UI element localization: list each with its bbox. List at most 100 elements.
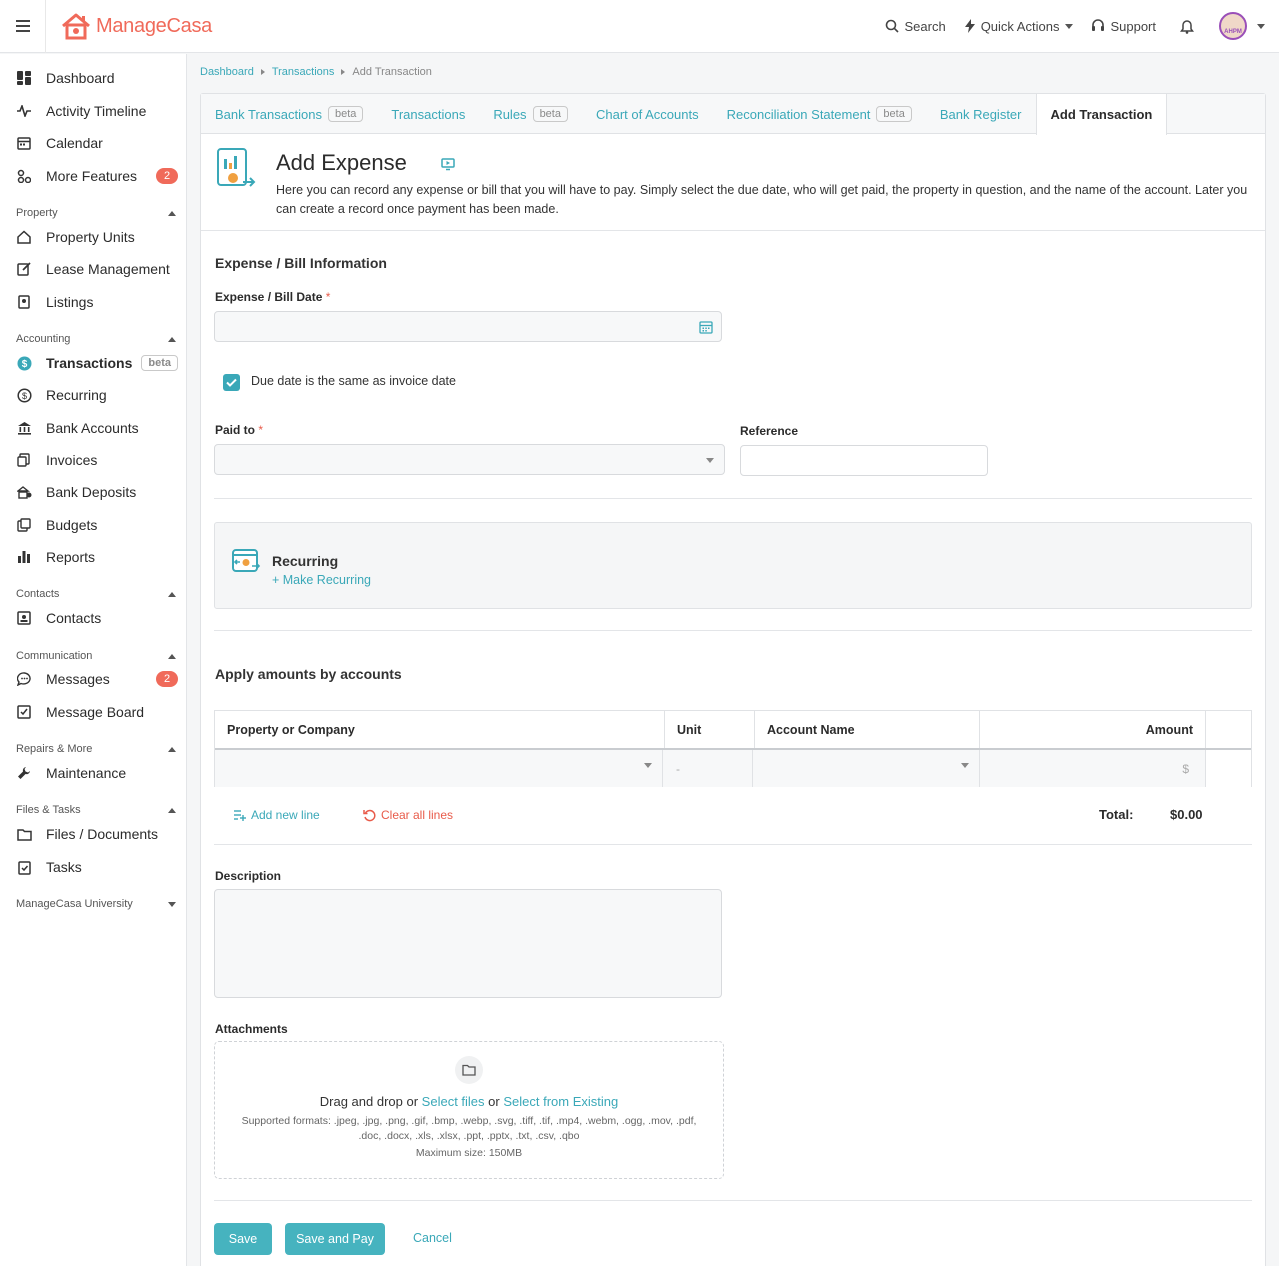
- sidebar-section-accounting[interactable]: Accounting: [16, 333, 176, 345]
- sidebar-section-contacts[interactable]: Contacts: [16, 588, 176, 600]
- sidebar-item-label: Budgets: [46, 517, 98, 533]
- required-mark: *: [325, 290, 331, 304]
- listing-icon: [16, 294, 32, 310]
- search-label: Search: [904, 18, 946, 34]
- sidebar-section-property[interactable]: Property: [16, 207, 176, 219]
- sidebar-item-bank-deposits[interactable]: Bank Deposits: [16, 481, 178, 503]
- tab-add-transaction[interactable]: Add Transaction: [1035, 94, 1168, 135]
- recurring-payment-icon: [232, 549, 261, 572]
- sidebar-section-communication[interactable]: Communication: [16, 650, 176, 662]
- accounts-table: Property or Company Unit Account Name Am…: [214, 710, 1252, 787]
- sidebar-item-recurring[interactable]: $ Recurring: [16, 384, 178, 406]
- beta-badge: beta: [141, 355, 178, 371]
- breadcrumb-transactions-link[interactable]: Transactions: [272, 66, 335, 78]
- sidebar-item-transactions[interactable]: $ Transactions beta: [16, 352, 178, 374]
- chevron-down-icon: [1065, 23, 1074, 29]
- attachments-dropzone[interactable]: Drag and drop or Select files or Select …: [214, 1041, 724, 1179]
- sidebar-item-activity-timeline[interactable]: Activity Timeline: [16, 100, 178, 122]
- sidebar-item-messages[interactable]: Messages 2: [16, 668, 178, 690]
- tab-label: Bank Register: [939, 106, 1022, 122]
- folder-icon: [16, 826, 32, 842]
- sidebar-item-listings[interactable]: Listings: [16, 291, 178, 313]
- contact-card-icon: [16, 610, 32, 626]
- reference-input[interactable]: [740, 445, 988, 476]
- sidebar-item-files-documents[interactable]: Files / Documents: [16, 823, 178, 845]
- breadcrumb-dashboard-link[interactable]: Dashboard: [200, 66, 254, 78]
- sidebar-item-maintenance[interactable]: Maintenance: [16, 762, 178, 784]
- clipboard-check-icon: [16, 859, 32, 875]
- sidebar-section-files[interactable]: Files & Tasks: [16, 804, 176, 816]
- tab-label: Bank Transactions: [215, 106, 322, 122]
- sidebar-item-more-features[interactable]: More Features 2: [16, 165, 178, 187]
- sidebar-item-message-board[interactable]: Message Board: [16, 701, 178, 723]
- select-files-link[interactable]: Select files: [422, 1094, 485, 1109]
- sidebar-item-calendar[interactable]: Calendar: [16, 132, 178, 154]
- house-logo-icon: [62, 13, 90, 40]
- tab-reconciliation-statement[interactable]: Reconciliation Statement beta: [713, 94, 926, 134]
- make-recurring-link[interactable]: + Make Recurring: [272, 573, 371, 587]
- sidebar-item-label: Invoices: [46, 452, 98, 468]
- tab-bank-transactions[interactable]: Bank Transactions beta: [201, 94, 377, 134]
- tab-bank-register[interactable]: Bank Register: [926, 94, 1036, 134]
- section-divider: [214, 498, 1252, 499]
- sidebar-section-university[interactable]: ManageCasa University: [16, 898, 176, 910]
- sidebar-item-tasks[interactable]: Tasks: [16, 856, 178, 878]
- quick-actions-button[interactable]: Quick Actions: [964, 19, 1074, 34]
- sidebar-item-label: Property Units: [46, 229, 135, 245]
- required-mark: *: [258, 423, 264, 437]
- save-button[interactable]: Save: [214, 1223, 272, 1255]
- section-title-apply-amounts: Apply amounts by accounts: [215, 666, 402, 682]
- sidebar-item-lease-management[interactable]: Lease Management: [16, 258, 178, 280]
- description-textarea[interactable]: [214, 889, 722, 998]
- expand-icon: [168, 901, 176, 907]
- sidebar-item-label: Reports: [46, 549, 96, 565]
- amount-input[interactable]: $: [980, 750, 1206, 787]
- recurring-title: Recurring: [272, 553, 339, 569]
- page-description: Here you can record any expense or bill …: [276, 183, 1248, 216]
- sidebar-section-repairs[interactable]: Repairs & More: [16, 743, 176, 755]
- select-existing-link[interactable]: Select from Existing: [503, 1094, 618, 1109]
- avatar-chevron-icon[interactable]: [1257, 23, 1265, 29]
- logo[interactable]: ManageCasa: [60, 12, 212, 40]
- notifications-button[interactable]: [1180, 19, 1199, 34]
- sidebar-item-label: Bank Accounts: [46, 420, 139, 436]
- sidebar-item-label: More Features: [46, 168, 138, 184]
- sidebar-item-contacts[interactable]: Contacts: [16, 607, 178, 629]
- save-and-pay-button[interactable]: Save and Pay: [285, 1223, 385, 1255]
- clear-all-lines-button[interactable]: Clear all lines: [363, 808, 453, 822]
- add-new-line-button[interactable]: Add new line: [233, 808, 320, 822]
- avatar[interactable]: AHPM: [1219, 12, 1247, 40]
- sidebar-item-label: Message Board: [46, 704, 145, 720]
- sidebar-item-reports[interactable]: Reports: [16, 546, 178, 568]
- account-name-select[interactable]: [753, 750, 980, 787]
- tab-chart-of-accounts[interactable]: Chart of Accounts: [582, 94, 713, 134]
- total-label: Total:: [1099, 807, 1134, 822]
- due-date-same-checkbox[interactable]: [223, 374, 240, 391]
- property-select[interactable]: [215, 750, 663, 787]
- expense-date-input[interactable]: [214, 311, 722, 342]
- cancel-button[interactable]: Cancel: [413, 1231, 452, 1245]
- unit-select[interactable]: -: [663, 750, 753, 787]
- sidebar-item-label: Transactions: [46, 355, 133, 371]
- sidebar-item-budgets[interactable]: Budgets: [16, 514, 178, 536]
- search-button[interactable]: Search: [885, 18, 946, 34]
- paid-to-select[interactable]: [214, 444, 725, 475]
- button-label: Save and Pay: [296, 1232, 374, 1246]
- notification-badge: 2: [156, 671, 178, 687]
- video-tutorial-icon[interactable]: [441, 157, 455, 174]
- sidebar-item-dashboard[interactable]: Dashboard: [16, 67, 178, 89]
- sidebar-item-invoices[interactable]: Invoices: [16, 449, 178, 471]
- sidebar-item-bank-accounts[interactable]: Bank Accounts: [16, 417, 178, 439]
- tab-rules[interactable]: Rules beta: [479, 94, 582, 134]
- amount-placeholder: $: [1182, 761, 1189, 776]
- tab-transactions[interactable]: Transactions: [377, 94, 479, 134]
- sidebar-item-property-units[interactable]: Property Units: [16, 226, 178, 248]
- chevron-down-icon: [644, 763, 652, 768]
- dollar-circle-outline-icon: $: [16, 387, 32, 403]
- beta-badge: beta: [327, 106, 364, 122]
- tab-bar: Bank Transactions beta Transactions Rules…: [201, 94, 1265, 135]
- menu-toggle-button[interactable]: [0, 0, 46, 53]
- due-date-same-label: Due date is the same as invoice date: [251, 374, 456, 388]
- calendar-icon[interactable]: [699, 320, 713, 334]
- support-button[interactable]: Support: [1091, 19, 1156, 34]
